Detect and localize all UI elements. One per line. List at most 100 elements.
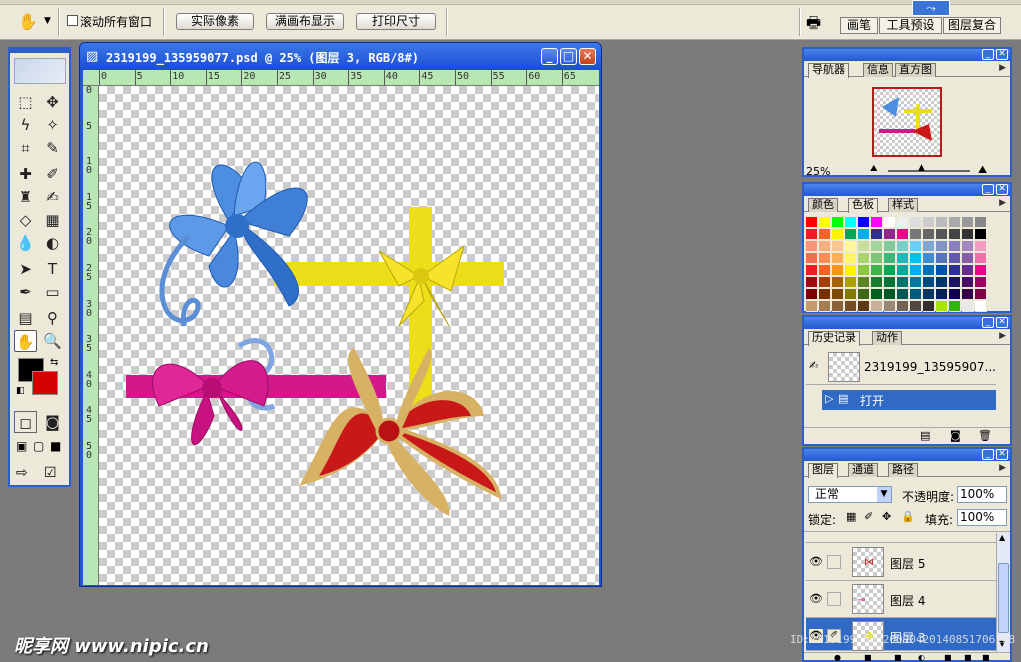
fill-field[interactable]: 100% [957, 509, 1007, 526]
color-swatch[interactable] [910, 217, 922, 228]
color-swatch[interactable] [910, 265, 922, 276]
panel-close-button[interactable]: ✕ [996, 449, 1008, 460]
color-swatch[interactable] [962, 253, 974, 264]
blur-tool-icon[interactable]: 💧 [14, 232, 37, 254]
color-swatch[interactable] [806, 289, 818, 300]
screen-mode-full-menu-icon[interactable]: ▢ [33, 439, 44, 453]
color-swatch[interactable] [975, 217, 987, 228]
tab-styles[interactable]: 样式 [888, 198, 918, 212]
color-swatch[interactable] [923, 241, 935, 252]
adjustment-layer-icon[interactable]: ◐ [918, 653, 925, 662]
tool-preset-dropdown-icon[interactable]: ▼ [44, 16, 51, 26]
type-tool-icon[interactable]: T [41, 258, 64, 280]
color-swatch[interactable] [819, 301, 831, 312]
lock-all-icon[interactable]: 🔒 [901, 510, 915, 523]
color-swatch[interactable] [871, 217, 883, 228]
lock-image-icon[interactable]: ✐ [864, 510, 873, 523]
color-swatch[interactable] [897, 217, 909, 228]
print-size-button[interactable]: 打印尺寸 [356, 13, 436, 30]
add-mask-icon[interactable]: ■ [894, 653, 902, 662]
color-swatch[interactable] [871, 265, 883, 276]
hand-tool-icon[interactable]: ✋ [18, 12, 38, 31]
swatch-grid[interactable] [806, 217, 998, 313]
color-swatch[interactable] [949, 265, 961, 276]
color-swatch[interactable] [975, 289, 987, 300]
vertical-ruler[interactable]: 0 5 1 0 1 5 2 0 2 5 3 0 3 5 4 0 4 5 5 0 [83, 86, 99, 585]
layer-row[interactable]: 👁 ⋈ 图层 5 [806, 544, 996, 581]
opacity-field[interactable]: 100% [957, 486, 1007, 503]
tab-layer-comps[interactable]: 图层复合 [943, 17, 1001, 34]
dodge-tool-icon[interactable]: ◐ [41, 232, 64, 254]
eyedropper-icon[interactable]: ⚲ [41, 307, 64, 329]
color-swatch[interactable] [806, 301, 818, 312]
tab-histogram[interactable]: 直方图 [895, 63, 936, 77]
color-swatch[interactable] [832, 229, 844, 240]
panel-minimize-button[interactable]: _ [982, 184, 994, 195]
color-swatch[interactable] [949, 217, 961, 228]
color-swatch[interactable] [884, 289, 896, 300]
color-swatch[interactable] [897, 277, 909, 288]
tab-channels[interactable]: 通道 [848, 463, 878, 477]
color-swatch[interactable] [962, 217, 974, 228]
color-swatch[interactable] [936, 217, 948, 228]
color-swatch[interactable] [923, 253, 935, 264]
fit-on-screen-button[interactable]: 满画布显示 [266, 13, 344, 30]
close-button[interactable]: ✕ [579, 48, 596, 65]
minimize-button[interactable]: _ [541, 48, 558, 65]
color-swatch[interactable] [871, 241, 883, 252]
go-to-imageready-icon[interactable]: ⤳ [912, 0, 950, 16]
color-swatch[interactable] [819, 265, 831, 276]
color-swatch[interactable] [975, 241, 987, 252]
color-swatch[interactable] [975, 301, 987, 312]
swap-colors-icon[interactable]: ⇆ [50, 357, 58, 368]
color-swatch[interactable] [819, 253, 831, 264]
panel-title-bar[interactable]: _ ✕ [804, 49, 1010, 61]
brush-tool-icon[interactable]: ✐ [41, 163, 64, 185]
color-swatch[interactable] [845, 265, 857, 276]
color-swatch[interactable] [897, 253, 909, 264]
tab-layers[interactable]: 图层 [808, 463, 838, 478]
link-box[interactable] [827, 555, 841, 569]
path-selection-icon[interactable]: ➤ [14, 258, 37, 280]
eye-icon[interactable]: 👁 [809, 555, 823, 569]
panel-title-bar[interactable]: _ ✕ [804, 317, 1010, 329]
color-swatch[interactable] [897, 241, 909, 252]
link-layers-icon[interactable]: ● [834, 653, 841, 662]
color-swatch[interactable] [975, 253, 987, 264]
photoshop-feather-icon[interactable] [14, 58, 66, 84]
marquee-tool-icon[interactable]: ⬚ [14, 91, 37, 113]
zoom-tool-icon[interactable]: 🔍 [41, 330, 64, 352]
zoom-slider-handle-icon[interactable]: ▲ [918, 163, 925, 173]
color-swatch[interactable] [832, 265, 844, 276]
healing-brush-icon[interactable]: ✚ [14, 163, 37, 185]
lasso-tool-icon[interactable]: ϟ [14, 114, 37, 136]
color-swatch[interactable] [806, 253, 818, 264]
default-colors-icon[interactable]: ◧ [16, 386, 25, 396]
color-swatch[interactable] [936, 277, 948, 288]
tab-swatches[interactable]: 色板 [848, 198, 878, 213]
color-swatch[interactable] [832, 277, 844, 288]
color-swatch[interactable] [910, 289, 922, 300]
panel-close-button[interactable]: ✕ [996, 317, 1008, 328]
screen-mode-icon[interactable]: ▣ [16, 439, 27, 453]
color-swatch[interactable] [806, 217, 818, 228]
color-swatch[interactable] [871, 229, 883, 240]
scrollbar-thumb[interactable] [998, 563, 1009, 633]
color-swatch[interactable] [806, 277, 818, 288]
color-swatch[interactable] [923, 229, 935, 240]
color-swatch[interactable] [819, 277, 831, 288]
color-swatch[interactable] [910, 301, 922, 312]
color-swatch[interactable] [832, 289, 844, 300]
color-swatch[interactable] [936, 265, 948, 276]
pen-tool-icon[interactable]: ✒ [14, 281, 37, 303]
new-document-from-state-icon[interactable]: ▤ [920, 429, 930, 442]
color-swatch[interactable] [858, 301, 870, 312]
color-swatch[interactable] [845, 241, 857, 252]
color-swatch[interactable] [884, 217, 896, 228]
color-swatch[interactable] [819, 289, 831, 300]
zoom-in-icon[interactable]: ⛰ [978, 163, 987, 177]
navigator-preview[interactable] [872, 87, 942, 157]
color-swatch[interactable] [819, 241, 831, 252]
magic-wand-icon[interactable]: ✧ [41, 114, 64, 136]
new-snapshot-icon[interactable]: ◙ [950, 429, 961, 442]
